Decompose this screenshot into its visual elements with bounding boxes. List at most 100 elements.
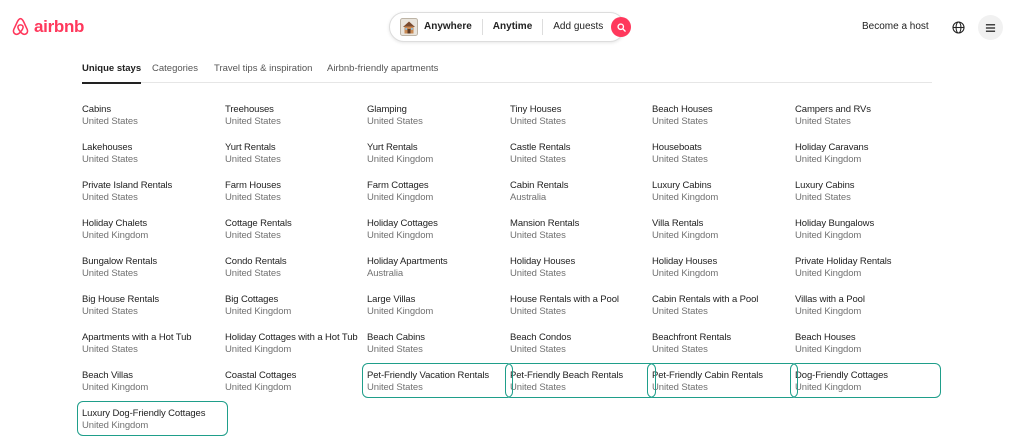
destination-name: Cabin Rentals with a Pool — [652, 294, 759, 305]
destination-country: United Kingdom — [795, 154, 862, 165]
menu-button[interactable] — [978, 15, 1003, 40]
destination-link[interactable]: Tiny Houses United States — [510, 104, 650, 130]
destination-link[interactable]: Luxury Cabins United States — [795, 180, 935, 206]
destination-name: Holiday Houses — [652, 256, 718, 267]
destination-link[interactable]: Beach Condos United States — [510, 332, 650, 358]
destination-link[interactable]: Holiday Chalets United Kingdom — [82, 218, 222, 244]
destination-link[interactable]: Yurt Rentals United States — [225, 142, 365, 168]
destination-link[interactable]: Beach Cabins United States — [367, 332, 507, 358]
destination-link[interactable]: Private Island Rentals United States — [82, 180, 222, 206]
destination-link[interactable]: Bungalow Rentals United States — [82, 256, 222, 282]
destination-link[interactable]: Treehouses United States — [225, 104, 365, 130]
destination-country: United States — [82, 154, 138, 165]
destination-country: United States — [225, 230, 281, 241]
destination-name: Campers and RVs — [795, 104, 871, 115]
destination-name: Luxury Cabins — [652, 180, 712, 191]
destination-country: United Kingdom — [367, 192, 434, 203]
destination-link[interactable]: Campers and RVs United States — [795, 104, 935, 130]
destination-link[interactable]: Beachfront Rentals United States — [652, 332, 792, 358]
destination-link[interactable]: Cottage Rentals United States — [225, 218, 365, 244]
destination-link[interactable]: Houseboats United States — [652, 142, 792, 168]
logo-text: airbnb — [34, 17, 85, 36]
destination-country: United Kingdom — [225, 306, 292, 317]
destination-link[interactable]: Yurt Rentals United Kingdom — [367, 142, 507, 168]
destination-link[interactable]: Holiday Houses United States — [510, 256, 650, 282]
destination-link[interactable]: Coastal Cottages United Kingdom — [225, 370, 365, 396]
destination-name: Big House Rentals — [82, 294, 159, 305]
become-host-link[interactable]: Become a host — [862, 19, 929, 35]
destination-name: Coastal Cottages — [225, 370, 297, 381]
destination-link[interactable]: Holiday Houses United Kingdom — [652, 256, 792, 282]
destination-link[interactable]: Mansion Rentals United States — [510, 218, 650, 244]
search-button[interactable] — [611, 17, 632, 37]
destination-link[interactable]: Cabin Rentals with a Pool United States — [652, 294, 792, 320]
destination-link[interactable]: Cabins United States — [82, 104, 222, 130]
search-add-guests[interactable]: Add guests — [543, 20, 611, 34]
tab-airbnb-friendly-apartments[interactable]: Airbnb-friendly apartments — [327, 63, 438, 82]
destination-link[interactable]: Dog-Friendly Cottages United Kingdom — [795, 370, 935, 396]
destination-link[interactable]: Holiday Caravans United Kingdom — [795, 142, 935, 168]
destination-country: United States — [652, 382, 708, 393]
destination-link[interactable]: Holiday Cottages with a Hot Tub United Ki… — [225, 332, 365, 358]
destination-country: United Kingdom — [367, 230, 434, 241]
destination-link[interactable]: Castle Rentals United States — [510, 142, 650, 168]
destination-link[interactable]: Big Cottages United Kingdom — [225, 294, 365, 320]
destination-name: Luxury Dog-Friendly Cottages — [82, 408, 206, 419]
destination-link[interactable]: Large Villas United Kingdom — [367, 294, 507, 320]
destination-link[interactable]: Villa Rentals United Kingdom — [652, 218, 792, 244]
airbnb-logo[interactable]: airbnb — [11, 15, 84, 39]
destination-link[interactable]: Villas with a Pool United Kingdom — [795, 294, 935, 320]
destination-country: United States — [82, 344, 138, 355]
destination-link[interactable]: Farm Houses United States — [225, 180, 365, 206]
search-bar[interactable]: Anywhere Anytime Add guests — [389, 12, 632, 42]
destination-link[interactable]: Glamping United States — [367, 104, 507, 130]
destination-country: United States — [82, 116, 138, 127]
tab-unique-stays[interactable]: Unique stays — [82, 63, 142, 84]
destination-name: Condo Rentals — [225, 256, 287, 267]
search-anytime[interactable]: Anytime — [483, 20, 542, 34]
destination-link[interactable]: Condo Rentals United States — [225, 256, 365, 282]
destination-link[interactable]: House Rentals with a Pool United States — [510, 294, 650, 320]
destination-link[interactable]: Private Holiday Rentals United Kingdom — [795, 256, 935, 282]
tab-travel-tips[interactable]: Travel tips & inspiration — [214, 63, 312, 82]
destination-link[interactable]: Cabin Rentals Australia — [510, 180, 650, 206]
destination-link[interactable]: Holiday Bungalows United Kingdom — [795, 218, 935, 244]
destination-link[interactable]: Holiday Cottages United Kingdom — [367, 218, 507, 244]
destination-country: United Kingdom — [652, 192, 719, 203]
destination-name: Holiday Houses — [510, 256, 576, 267]
destination-country: United States — [367, 382, 423, 393]
search-anywhere[interactable]: Anywhere — [424, 20, 482, 34]
language-button[interactable] — [946, 15, 970, 39]
destination-link[interactable]: Beach Houses United Kingdom — [795, 332, 935, 358]
airbnb-logo-icon — [12, 17, 29, 36]
destination-country: United States — [652, 154, 708, 165]
destination-link[interactable]: Pet-Friendly Cabin Rentals United States — [652, 370, 792, 396]
destination-link[interactable]: Farm Cottages United Kingdom — [367, 180, 507, 206]
destination-name: Beach Villas — [82, 370, 133, 381]
destination-country: United Kingdom — [82, 230, 149, 241]
destinations-grid: Cabins United States Treehouses United Stat… — [77, 104, 942, 436]
destination-link[interactable]: Beach Houses United States — [652, 104, 792, 130]
destination-name: Holiday Cottages — [367, 218, 438, 229]
destination-name: Luxury Cabins — [795, 180, 855, 191]
destination-country: United States — [652, 306, 708, 317]
destination-name: Pet-Friendly Cabin Rentals — [652, 370, 763, 381]
destination-link[interactable]: Luxury Dog-Friendly Cottages United Kingd… — [82, 408, 222, 434]
destination-country: United States — [795, 192, 851, 203]
destination-link[interactable]: Pet-Friendly Vacation Rentals United Stat… — [367, 370, 507, 396]
destination-name: Pet-Friendly Vacation Rentals — [367, 370, 490, 381]
tab-categories[interactable]: Categories — [152, 63, 198, 82]
destination-name: Villas with a Pool — [795, 294, 865, 305]
destination-name: Lakehouses — [82, 142, 133, 153]
destination-link[interactable]: Beach Villas United Kingdom — [82, 370, 222, 396]
destination-link[interactable]: Pet-Friendly Beach Rentals United States — [510, 370, 650, 396]
destination-name: Cabins — [82, 104, 111, 115]
destination-country: United States — [652, 344, 708, 355]
destination-link[interactable]: Big House Rentals United States — [82, 294, 222, 320]
destination-link[interactable]: Lakehouses United States — [82, 142, 222, 168]
destination-link[interactable]: Apartments with a Hot Tub United States — [82, 332, 222, 358]
destination-link[interactable]: Luxury Cabins United Kingdom — [652, 180, 792, 206]
globe-icon — [951, 20, 965, 34]
destination-link[interactable]: Holiday Apartments Australia — [367, 256, 507, 282]
destination-country: United States — [510, 116, 566, 127]
